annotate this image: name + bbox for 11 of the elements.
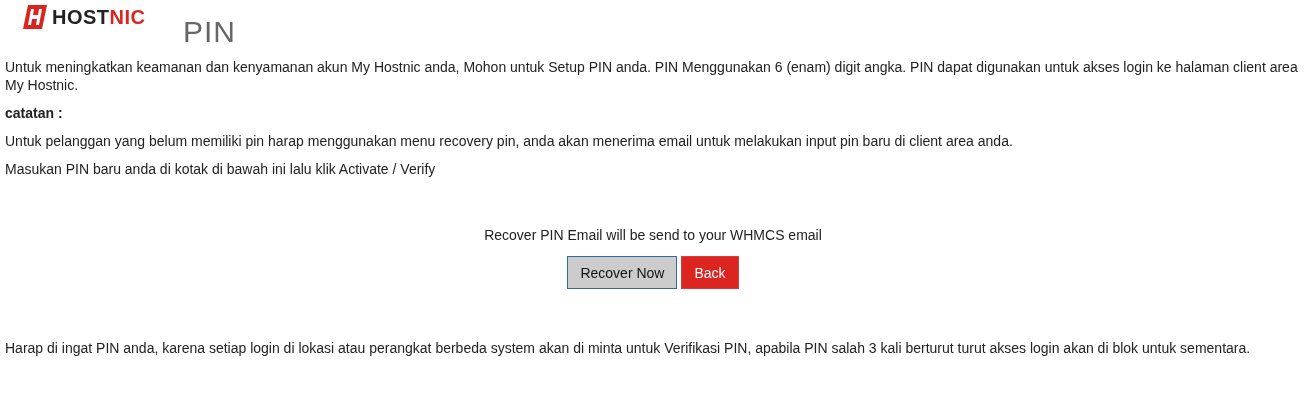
intro-text: Untuk meningkatkan keamanan dan kenyamanan akun My Hostnic anda, Mohon untuk Setup PIN anda. PIN Menggunakan 6 (enam) digit angka. PIN dapat digunakan untuk akses login ke halaman client area My Hostnic.	[5, 58, 1299, 94]
footer-note: Harap di ingat PIN anda, karena setiap login di lokasi atau perangkat berbeda system akan di minta untuk Verifikasi PIN, apabila PIN salah 3 kali berturut turut akses login akan di blok untuk sementara.	[5, 339, 1252, 357]
note-label: catatan :	[5, 104, 64, 122]
instruction-text: Masukan PIN baru anda di kotak di bawah ini lalu klik Activate / Verify	[5, 160, 437, 178]
recover-button[interactable]: Recover Now	[567, 256, 678, 289]
back-button[interactable]: Back	[681, 256, 739, 289]
recover-message: Recover PIN Email will be send to your WHMCS email	[483, 226, 823, 244]
page-heading: PIN	[183, 14, 236, 50]
note-text: Untuk pelanggan yang belum memiliki pin harap menggunakan menu recovery pin, anda akan menerima email untuk melakukan input pin baru di client area anda.	[5, 132, 1014, 150]
logo-text: HOSTNIC	[52, 6, 146, 28]
logo-icon	[22, 4, 48, 30]
